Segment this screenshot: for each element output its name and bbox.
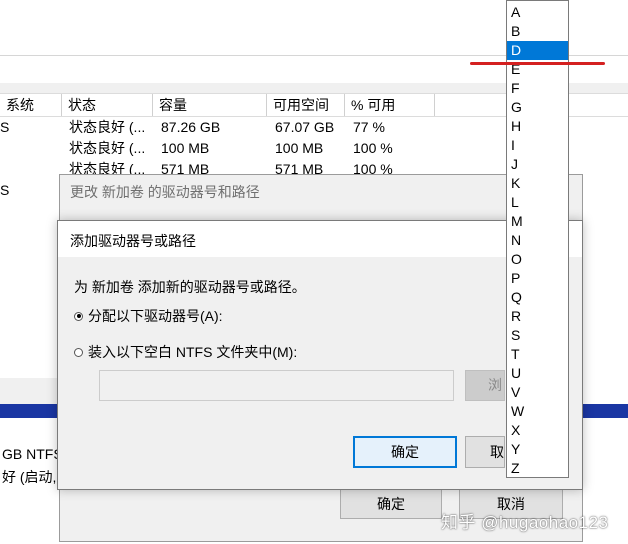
highlight-underline	[470, 62, 605, 65]
folder-path-input[interactable]	[99, 370, 454, 401]
cell-status: 状态良好 (...	[69, 140, 146, 156]
cell-capacity: 100 MB	[161, 140, 210, 156]
drive-letter-option[interactable]: P	[507, 269, 568, 288]
cell-percent: 100 %	[353, 140, 393, 156]
radio-selected-icon[interactable]	[74, 311, 83, 321]
watermark-text: 知乎 @hugaohao123	[441, 513, 609, 532]
drive-letter-option[interactable]: U	[507, 364, 568, 383]
cell-status: 状态良好 (...	[69, 119, 146, 135]
cell-filesystem: S	[0, 182, 10, 198]
drive-letter-option[interactable]: O	[507, 250, 568, 269]
drive-letter-option[interactable]: T	[507, 345, 568, 364]
outer-ok-button[interactable]: 确定	[340, 487, 442, 519]
drive-letter-option[interactable]: L	[507, 193, 568, 212]
dialog-title: 添加驱动器号或路径	[70, 233, 196, 249]
mount-folder-label[interactable]: 装入以下空白 NTFS 文件夹中(M):	[88, 342, 297, 362]
ok-button[interactable]: 确定	[353, 436, 457, 468]
drive-letter-option[interactable]: B	[507, 22, 568, 41]
drive-letter-option[interactable]: V	[507, 383, 568, 402]
outer-dialog-title: 更改 新加卷 的驱动器号和路径	[70, 184, 260, 200]
drive-letter-option[interactable]: F	[507, 79, 568, 98]
assign-letter-option[interactable]: 分配以下驱动器号(A):	[74, 306, 223, 326]
drive-letter-option[interactable]: X	[507, 421, 568, 440]
drive-letter-option[interactable]: I	[507, 136, 568, 155]
column-header-free-space[interactable]: 可用空间	[267, 94, 345, 116]
drive-letter-option[interactable]: Q	[507, 288, 568, 307]
drive-letter-option[interactable]: G	[507, 98, 568, 117]
dialog-description: 为 新加卷 添加新的驱动器号或路径。	[74, 279, 306, 295]
cell-free: 67.07 GB	[275, 119, 335, 135]
drive-letter-option[interactable]: M	[507, 212, 568, 231]
drive-letter-option[interactable]: D	[507, 41, 568, 60]
radio-unselected-icon[interactable]	[74, 347, 83, 357]
drive-letter-option[interactable]: J	[507, 155, 568, 174]
mount-folder-option[interactable]: 装入以下空白 NTFS 文件夹中(M):	[74, 342, 297, 362]
drive-letter-option[interactable]: R	[507, 307, 568, 326]
partition-size-label: GB NTFS	[2, 446, 63, 462]
drive-letter-option[interactable]: W	[507, 402, 568, 421]
drive-letter-option[interactable]: S	[507, 326, 568, 345]
cell-capacity: 87.26 GB	[161, 119, 221, 135]
cancel-button[interactable]: 取	[465, 436, 505, 468]
column-header-status[interactable]: 状态	[62, 94, 153, 116]
browse-button[interactable]: 浏	[465, 370, 505, 401]
drive-letter-option[interactable]: N	[507, 231, 568, 250]
drive-letter-option[interactable]: Y	[507, 440, 568, 459]
cell-percent: 77 %	[353, 119, 385, 135]
column-header-capacity[interactable]: 容量	[153, 94, 267, 116]
cell-free: 100 MB	[275, 140, 324, 156]
disk-map-header	[0, 378, 60, 404]
drive-letter-option[interactable]: H	[507, 117, 568, 136]
drive-letter-option[interactable]: Z	[507, 459, 568, 478]
drive-letter-option[interactable]: A	[507, 3, 568, 22]
column-header-percent-free[interactable]: % 可用	[345, 94, 435, 116]
drive-letter-option[interactable]: K	[507, 174, 568, 193]
column-header-filesystem[interactable]: 系统	[0, 94, 62, 116]
assign-letter-label[interactable]: 分配以下驱动器号(A):	[88, 306, 223, 326]
cell-filesystem: S	[0, 119, 10, 135]
